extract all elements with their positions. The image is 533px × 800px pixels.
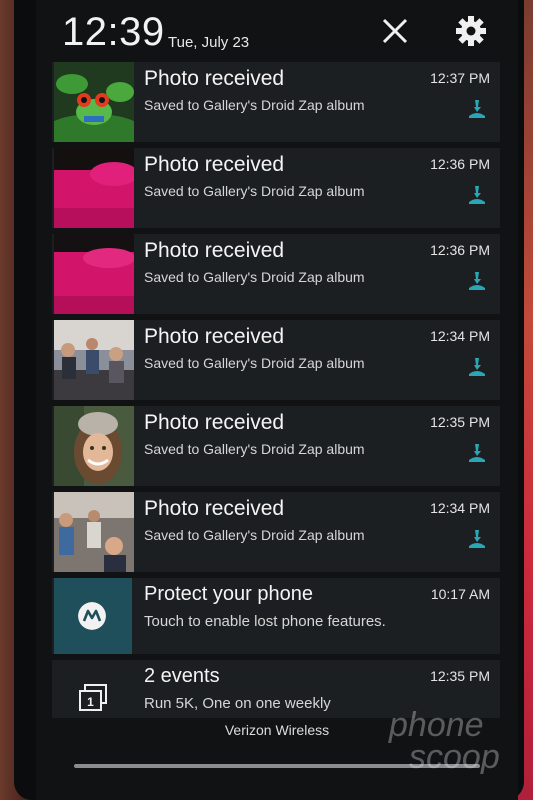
notification-time: 12:36 PM	[430, 242, 490, 258]
notification-title: Photo received	[144, 153, 285, 176]
photo-thumbnail	[54, 234, 134, 314]
droid-zap-icon	[469, 100, 485, 118]
phonescoop-watermark: phone scoop	[388, 706, 500, 774]
notification-subtitle: Saved to Gallery's Droid Zap album	[144, 441, 365, 457]
watermark-line2: scoop	[409, 738, 500, 774]
date-label: Tue, July 23	[168, 34, 250, 51]
notification-subtitle: Saved to Gallery's Droid Zap album	[144, 527, 365, 543]
notification-title: Photo received	[144, 411, 285, 434]
notification-subtitle: Saved to Gallery's Droid Zap album	[144, 269, 365, 285]
shade-header: 12:39 Tue, July 23	[36, 0, 518, 58]
calendar-icon: 1	[79, 684, 107, 711]
notification-protect-phone[interactable]: Protect your phone Touch to enable lost …	[52, 578, 500, 654]
notification-shade: 12:39 Tue, July 23 Photo received Saved …	[36, 0, 518, 800]
notification-title: Photo received	[144, 239, 285, 262]
gear-icon	[456, 16, 486, 46]
notification-title: 2 events	[144, 665, 220, 687]
notification-title: Photo received	[144, 497, 285, 520]
notification-time: 10:17 AM	[430, 586, 490, 602]
notification-photo-received[interactable]: Photo received Saved to Gallery's Droid …	[52, 406, 500, 486]
calendar-badge: 1	[87, 695, 94, 709]
notification-photo-received[interactable]: Photo received Saved to Gallery's Droid …	[52, 62, 500, 142]
droid-zap-icon	[469, 444, 485, 462]
notification-time: 12:35 PM	[430, 668, 490, 684]
droid-zap-icon	[469, 530, 485, 548]
droid-zap-icon	[469, 186, 485, 204]
notification-photo-received[interactable]: Photo received Saved to Gallery's Droid …	[52, 234, 500, 314]
close-icon	[382, 18, 408, 44]
photo-thumbnail	[54, 406, 134, 486]
notification-title: Photo received	[144, 325, 285, 348]
photo-thumbnail	[54, 148, 134, 228]
phone-frame: 12:39 Tue, July 23 Photo received Saved …	[14, 0, 524, 800]
notification-list: Photo received Saved to Gallery's Droid …	[52, 62, 504, 724]
notification-subtitle: Run 5K, One on one weekly	[144, 695, 331, 712]
motorola-icon-tile	[54, 578, 132, 654]
droid-zap-icon	[469, 358, 485, 376]
droid-zap-icon	[469, 272, 485, 290]
notification-time: 12:37 PM	[430, 70, 490, 86]
settings-button[interactable]	[454, 14, 488, 48]
photo-thumbnail	[54, 320, 134, 400]
notification-time: 12:34 PM	[430, 328, 490, 344]
notification-subtitle: Saved to Gallery's Droid Zap album	[144, 183, 365, 199]
notification-photo-received[interactable]: Photo received Saved to Gallery's Droid …	[52, 148, 500, 228]
notification-time: 12:34 PM	[430, 500, 490, 516]
clear-all-button[interactable]	[378, 14, 412, 48]
notification-photo-received[interactable]: Photo received Saved to Gallery's Droid …	[52, 320, 500, 400]
notification-subtitle: Saved to Gallery's Droid Zap album	[144, 97, 365, 113]
notification-title: Protect your phone	[144, 583, 313, 605]
photo-thumbnail	[54, 492, 134, 572]
notification-photo-received[interactable]: Photo received Saved to Gallery's Droid …	[52, 492, 500, 572]
notification-time: 12:36 PM	[430, 156, 490, 172]
motorola-logo-icon	[78, 602, 106, 630]
notification-time: 12:35 PM	[430, 414, 490, 430]
notification-subtitle: Touch to enable lost phone features.	[144, 613, 386, 630]
photo-thumbnail	[54, 62, 134, 142]
clock: 12:39	[62, 10, 165, 54]
notification-title: Photo received	[144, 67, 285, 90]
notification-subtitle: Saved to Gallery's Droid Zap album	[144, 355, 365, 371]
